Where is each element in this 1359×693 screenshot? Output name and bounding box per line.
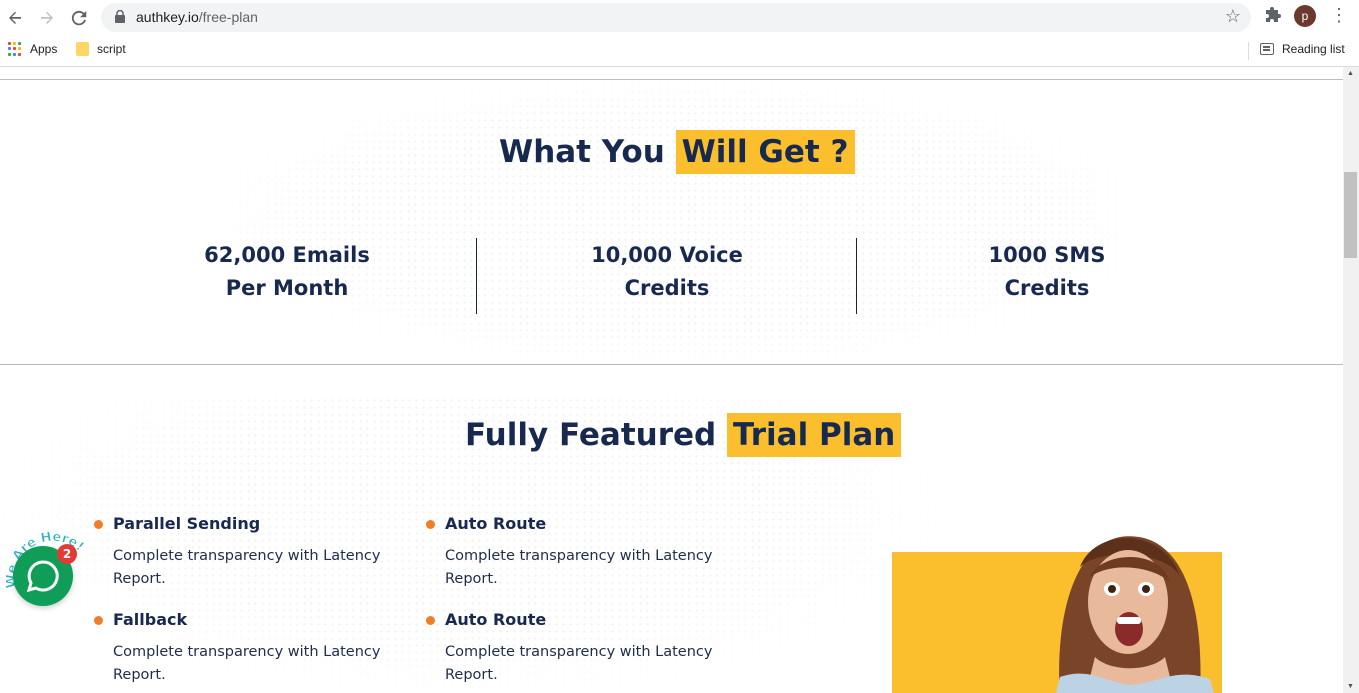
feature-title: Auto Route <box>445 610 547 629</box>
browser-toolbar: authkey.io/free-plan ☆ p ⋮ <box>0 0 1359 36</box>
bullet-dot-icon <box>426 520 435 529</box>
url-path: /free-plan <box>198 9 258 25</box>
notification-badge: 2 <box>57 544 77 564</box>
bookmark-script[interactable]: script <box>76 42 126 56</box>
feature-description: Complete transparency with Latency Repor… <box>113 548 381 587</box>
feature-description: Complete transparency with Latency Repor… <box>445 644 713 683</box>
trial-heading-main: Fully Featured <box>465 417 717 453</box>
stat-sms: 1000 SMS Credits <box>897 239 1197 305</box>
feature-title: Fallback <box>113 610 188 629</box>
stat-line: 10,000 Voice <box>591 243 743 267</box>
feature-title: Parallel Sending <box>113 514 261 533</box>
forward-arrow-icon[interactable] <box>34 5 60 31</box>
page-content: What You Will Get ? 62,000 Emails Per Mo… <box>0 67 1343 693</box>
stat-divider <box>476 238 477 314</box>
trial-heading: Fully Featured Trial Plan <box>465 413 902 457</box>
stat-line: Per Month <box>225 276 349 300</box>
feature-description: Complete transparency with Latency Repor… <box>445 548 713 587</box>
reading-list-icon <box>1260 43 1274 55</box>
profile-avatar[interactable]: p <box>1294 5 1316 27</box>
bookmark-star-icon[interactable]: ☆ <box>1225 6 1241 27</box>
scroll-down-arrow-icon[interactable]: ▼ <box>1347 683 1354 690</box>
address-bar[interactable]: authkey.io/free-plan ☆ <box>101 3 1251 32</box>
scroll-up-arrow-icon[interactable]: ▲ <box>1347 70 1354 77</box>
stat-emails: 62,000 Emails Per Month <box>137 239 437 305</box>
bookmark-apps[interactable]: Apps <box>8 42 57 56</box>
stat-line: Credits <box>624 276 710 300</box>
section-divider <box>0 364 1343 365</box>
bullet-dot-icon <box>426 616 435 625</box>
reading-list-label: Reading list <box>1282 42 1345 56</box>
chat-widget[interactable]: We Are Here! 2 <box>6 510 106 620</box>
url-text: authkey.io/free-plan <box>136 9 258 25</box>
stat-divider <box>856 238 857 314</box>
trial-heading-highlight: Trial Plan <box>727 413 902 457</box>
page-scrollbar[interactable]: ▲ ▼ <box>1343 67 1359 693</box>
bookmarks-divider <box>1248 42 1249 60</box>
reading-list-button[interactable]: Reading list <box>1260 42 1345 56</box>
divider-line <box>0 79 1343 80</box>
bookmark-apps-label: Apps <box>30 42 58 56</box>
browser-menu-icon[interactable]: ⋮ <box>1330 6 1348 24</box>
stat-line: 1000 SMS <box>988 243 1106 267</box>
bookmarks-bar: Apps script Reading list <box>0 36 1359 67</box>
benefits-heading-main: What You <box>499 134 665 170</box>
scrollbar-thumb[interactable] <box>1344 172 1357 258</box>
stat-voice: 10,000 Voice Credits <box>517 239 817 305</box>
reload-icon[interactable] <box>66 5 92 31</box>
url-host: authkey.io <box>136 9 199 25</box>
excited-woman-illustration <box>1056 536 1214 693</box>
lock-icon <box>115 10 125 23</box>
extensions-puzzle-icon[interactable] <box>1263 6 1283 26</box>
back-arrow-icon[interactable] <box>2 5 28 31</box>
benefits-heading: What You Will Get ? <box>499 130 855 174</box>
world-map-dots-background <box>230 82 1130 362</box>
bookmark-script-label: script <box>97 42 126 56</box>
benefits-heading-highlight: Will Get ? <box>675 130 855 174</box>
stat-line: 62,000 Emails <box>204 243 370 267</box>
apps-grid-icon <box>8 42 22 56</box>
folder-icon <box>76 42 89 56</box>
feature-title: Auto Route <box>445 514 547 533</box>
feature-description: Complete transparency with Latency Repor… <box>113 644 381 683</box>
stat-line: Credits <box>1004 276 1090 300</box>
chat-bubble-icon <box>26 560 59 593</box>
